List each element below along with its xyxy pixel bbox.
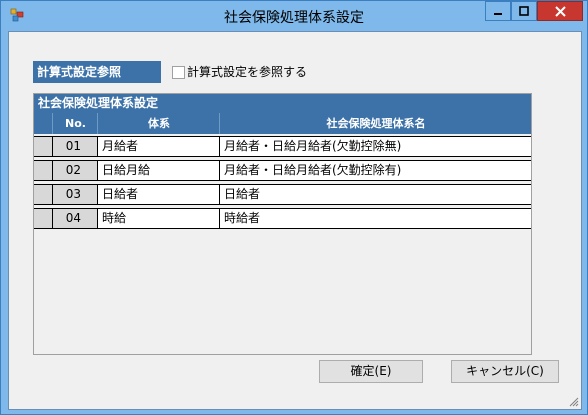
row-type[interactable]: 月給者 (97, 137, 219, 156)
row-selector[interactable] (34, 161, 52, 180)
header-no[interactable]: No. (52, 113, 98, 134)
confirm-button[interactable]: 確定(E) (319, 360, 423, 383)
table-row[interactable]: 03 日給者 日給者 (34, 184, 531, 205)
row-selector[interactable] (34, 185, 52, 204)
row-selector[interactable] (34, 137, 52, 156)
row-no: 03 (52, 185, 97, 204)
reference-checkbox-label[interactable]: 計算式設定を参照する (187, 63, 307, 80)
row-type[interactable]: 日給月給 (97, 161, 219, 180)
maximize-icon (519, 6, 529, 16)
table-row[interactable]: 04 時給 時給者 (34, 208, 531, 229)
reference-label: 計算式設定参照 (33, 61, 161, 83)
row-no: 01 (52, 137, 97, 156)
row-name[interactable]: 時給者 (219, 209, 531, 228)
row-name[interactable]: 日給者 (219, 185, 531, 204)
row-type[interactable]: 時給 (97, 209, 219, 228)
header-selector (34, 113, 52, 134)
maximize-button[interactable] (511, 1, 537, 21)
row-selector[interactable] (34, 209, 52, 228)
panel-title: 社会保険処理体系設定 (34, 94, 531, 113)
cancel-button[interactable]: キャンセル(C) (451, 360, 559, 383)
header-type[interactable]: 体系 (97, 113, 220, 134)
settings-panel: 社会保険処理体系設定 No. 体系 社会保険処理体系名 01 月給者 月給者・日… (33, 93, 532, 355)
row-type[interactable]: 日給者 (97, 185, 219, 204)
row-name[interactable]: 月給者・日給月給者(欠勤控除有) (219, 161, 531, 180)
title-bar[interactable]: 社会保険処理体系設定 (1, 1, 587, 31)
minimize-button[interactable] (485, 1, 511, 21)
dialog-client-area: 計算式設定参照 計算式設定を参照する 社会保険処理体系設定 No. 体系 社会保… (8, 31, 582, 410)
table-row[interactable]: 02 日給月給 月給者・日給月給者(欠勤控除有) (34, 160, 531, 181)
table-row[interactable]: 01 月給者 月給者・日給月給者(欠勤控除無) (34, 136, 531, 157)
dialog-window: 社会保険処理体系設定 計算式設定参照 計算式設定を参照する 社会保険処理体系設定… (0, 0, 588, 415)
row-no: 02 (52, 161, 97, 180)
close-button[interactable] (537, 1, 583, 21)
close-icon (554, 5, 566, 17)
minimize-icon (494, 13, 502, 15)
row-no: 04 (52, 209, 97, 228)
row-name[interactable]: 月給者・日給月給者(欠勤控除無) (219, 137, 531, 156)
resize-grip-icon[interactable] (569, 397, 579, 407)
grid-header: No. 体系 社会保険処理体系名 (34, 113, 531, 134)
header-name[interactable]: 社会保険処理体系名 (219, 113, 532, 134)
reference-checkbox[interactable] (172, 66, 185, 79)
